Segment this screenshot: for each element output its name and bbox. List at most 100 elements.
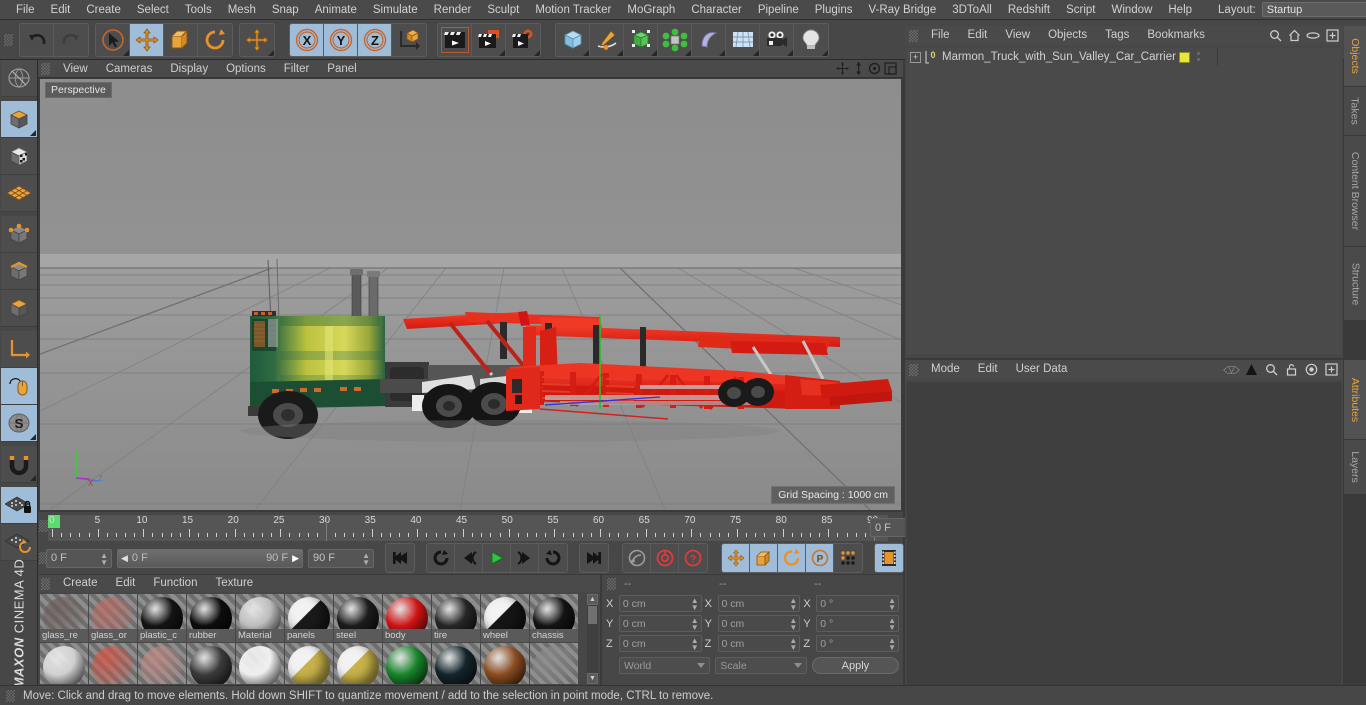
rotation-x-field[interactable]: 0 ° ▲ ▼: [816, 595, 900, 612]
add-camera-button[interactable]: [760, 23, 794, 56]
range-left-arrow-icon[interactable]: ◀: [121, 553, 128, 564]
target-icon[interactable]: [1303, 361, 1320, 378]
soft-selection-button[interactable]: S: [1, 405, 37, 442]
spinner-icon[interactable]: ▲▼: [888, 597, 896, 612]
objects-menu-objects[interactable]: Objects: [1039, 26, 1096, 45]
timeline-ruler[interactable]: 051015202530354045505560657075808590: [48, 515, 888, 541]
maximize-icon[interactable]: [1323, 361, 1340, 378]
coord-system-dropdown[interactable]: World: [619, 657, 711, 674]
menu-item-create[interactable]: Create: [78, 0, 129, 20]
material-menu-function[interactable]: Function: [144, 575, 206, 592]
y-axis-lock[interactable]: Y: [324, 23, 358, 56]
material-item[interactable]: tire: [432, 594, 480, 642]
attributes-menu-edit[interactable]: Edit: [969, 360, 1007, 379]
go-to-start-button[interactable]: [386, 544, 414, 572]
menu-item-motion-tracker[interactable]: Motion Tracker: [527, 0, 619, 20]
material-item[interactable]: [530, 643, 578, 684]
add-scene-button[interactable]: [726, 23, 760, 56]
menu-item-sculpt[interactable]: Sculpt: [479, 0, 527, 20]
material-item[interactable]: [89, 643, 137, 684]
spinner-icon[interactable]: ▲▼: [100, 551, 108, 566]
objects-menu-tags[interactable]: Tags: [1096, 26, 1138, 45]
go-to-end-button[interactable]: [580, 544, 608, 572]
point-mode-button[interactable]: [1, 216, 37, 253]
apply-button[interactable]: Apply: [811, 657, 899, 674]
spinner-icon[interactable]: ▲▼: [691, 617, 699, 632]
vtab-takes[interactable]: Takes: [1344, 87, 1366, 137]
material-item[interactable]: [236, 643, 284, 684]
material-grid[interactable]: glass_re glass_or plastic_c rubber Material p…: [40, 594, 588, 684]
search-icon[interactable]: [1263, 361, 1280, 378]
material-item[interactable]: body: [383, 594, 431, 642]
material-menu-texture[interactable]: Texture: [206, 575, 262, 592]
eye-arrow-icon[interactable]: [1223, 361, 1240, 378]
rotate-tool[interactable]: [198, 23, 232, 56]
material-item[interactable]: glass_re: [40, 594, 88, 642]
scroll-up-arrow-icon[interactable]: ▲: [587, 594, 598, 605]
world-object-axis-button[interactable]: [392, 23, 426, 56]
edge-mode-button[interactable]: [1, 253, 37, 290]
range-right-arrow-icon[interactable]: ▶: [292, 553, 299, 564]
autokeying-button[interactable]: [623, 544, 651, 572]
vtab-objects[interactable]: Objects: [1344, 26, 1366, 88]
material-grip[interactable]: [41, 577, 50, 590]
menu-item-script[interactable]: Script: [1058, 0, 1103, 20]
timeline-grip[interactable]: [39, 520, 48, 532]
lock-icon[interactable]: [1283, 361, 1300, 378]
menu-item-pipeline[interactable]: Pipeline: [750, 0, 807, 20]
attributes-menu-user-data[interactable]: User Data: [1007, 360, 1077, 379]
play-forward-loop-button[interactable]: [539, 544, 567, 572]
menu-item-3dtoall[interactable]: 3DToAll: [944, 0, 1000, 20]
frame-range-bar[interactable]: ◀ 0 F 90 F ▶: [117, 548, 303, 568]
timeline-playhead[interactable]: [326, 515, 327, 541]
spinner-icon[interactable]: ▲▼: [789, 637, 797, 652]
key-rotation-button[interactable]: [778, 544, 806, 572]
menu-item-edit[interactable]: Edit: [43, 0, 79, 20]
size-z-field[interactable]: 0 cm ▲ ▼: [717, 635, 801, 652]
step-back-button[interactable]: [455, 544, 483, 572]
timeline-filmstrip-button[interactable]: [875, 544, 903, 572]
material-item[interactable]: [481, 643, 529, 684]
spinner-icon[interactable]: ▲▼: [691, 597, 699, 612]
menu-item-select[interactable]: Select: [129, 0, 177, 20]
maximize-icon[interactable]: [1324, 28, 1340, 44]
object-axis-button[interactable]: [1, 331, 37, 368]
snap-magnet-button[interactable]: [1, 446, 37, 483]
objects-grip[interactable]: [909, 29, 918, 42]
viewport-menu-filter[interactable]: Filter: [275, 60, 319, 78]
make-editable-button[interactable]: [1, 60, 37, 97]
material-item[interactable]: [432, 643, 480, 684]
eye-icon[interactable]: [1305, 28, 1321, 44]
viewport-canvas[interactable]: Perspective Grid Spacing : 1000 cm Y Z X: [40, 79, 901, 510]
position-y-field[interactable]: 0 cm ▲ ▼: [618, 615, 702, 632]
viewport-menu-view[interactable]: View: [54, 60, 97, 78]
render-settings-button[interactable]: [506, 23, 540, 56]
material-item[interactable]: [334, 643, 382, 684]
vtab-structure[interactable]: Structure: [1344, 247, 1366, 322]
add-mograph-button[interactable]: [658, 23, 692, 56]
menu-item-simulate[interactable]: Simulate: [365, 0, 426, 20]
z-axis-lock[interactable]: Z: [358, 23, 392, 56]
position-z-field[interactable]: 0 cm ▲ ▼: [618, 635, 702, 652]
toolbar-grip[interactable]: [4, 33, 13, 46]
menu-item-render[interactable]: Render: [426, 0, 480, 20]
material-item[interactable]: Material: [236, 594, 284, 642]
key-pla-button[interactable]: [834, 544, 862, 572]
render-to-picture-viewer-button[interactable]: [472, 23, 506, 56]
add-light-button[interactable]: [794, 23, 828, 56]
objects-menu-edit[interactable]: Edit: [959, 26, 997, 45]
step-forward-button[interactable]: [511, 544, 539, 572]
menu-item-mograph[interactable]: MoGraph: [619, 0, 683, 20]
rotation-z-field[interactable]: 0 ° ▲ ▼: [816, 635, 900, 652]
spinner-icon[interactable]: ▲▼: [362, 551, 370, 566]
key-scale-button[interactable]: [750, 544, 778, 572]
record-active-objects-button[interactable]: [651, 544, 679, 572]
add-deformer-button[interactable]: [692, 23, 726, 56]
add-cube-button[interactable]: [556, 23, 590, 56]
material-item[interactable]: [383, 643, 431, 684]
vtab-content-browser[interactable]: Content Browser: [1344, 136, 1366, 248]
undo-button[interactable]: [20, 23, 54, 56]
size-x-field[interactable]: 0 cm ▲ ▼: [717, 595, 801, 612]
material-item[interactable]: [40, 643, 88, 684]
end-frame-field[interactable]: 90 F ▲ ▼: [308, 548, 374, 568]
